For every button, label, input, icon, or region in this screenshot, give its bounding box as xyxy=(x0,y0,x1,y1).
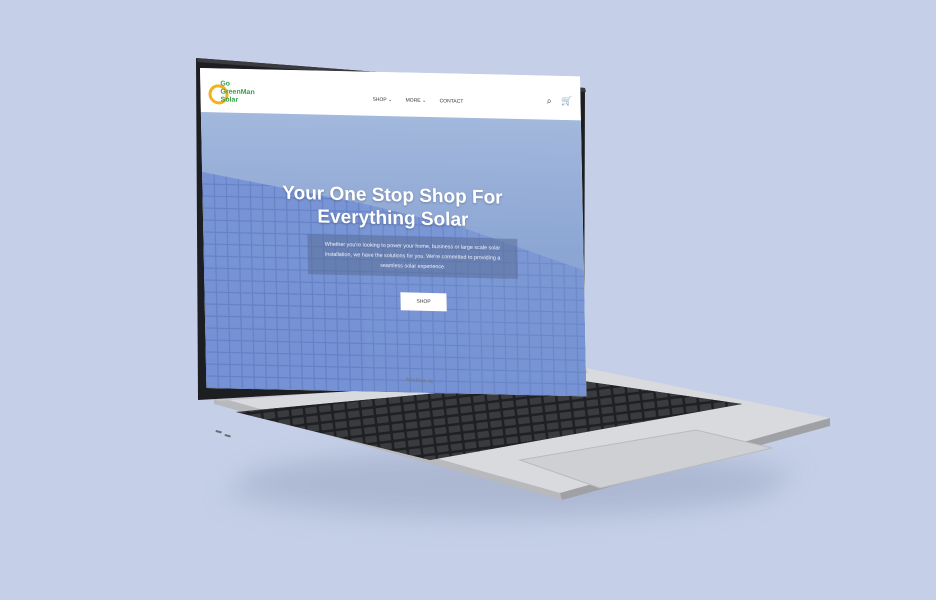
nav-shop[interactable]: SHOP ⌄ xyxy=(373,97,393,103)
header-icons: ⌕ 🛒 xyxy=(540,95,573,107)
logo-text: Go GreenMan Solar xyxy=(220,80,255,105)
hero-description: Whether you're looking to power your hom… xyxy=(307,234,519,279)
hero-banner: Your One Stop Shop For Everything Solar … xyxy=(200,112,587,397)
site-logo[interactable]: Go GreenMan Solar xyxy=(206,80,255,111)
screen: Go GreenMan Solar SHOP ⌄ MORE ⌄ CONTACT ⌕ … xyxy=(200,68,587,397)
cart-icon[interactable]: 🛒 xyxy=(561,96,572,106)
logo-line-1: Go xyxy=(220,80,231,88)
nav-contact[interactable]: CONTACT xyxy=(440,98,464,105)
hero-title: Your One Stop Shop For Everything Solar xyxy=(202,180,583,234)
logo-line-3: Solar xyxy=(220,96,239,104)
nav-more[interactable]: MORE ⌄ xyxy=(406,98,427,104)
logo-line-2: GreenMan xyxy=(220,88,255,97)
search-icon[interactable]: ⌕ xyxy=(547,96,552,106)
shop-button[interactable]: SHOP xyxy=(400,292,447,312)
main-nav: SHOP ⌄ MORE ⌄ CONTACT xyxy=(373,97,476,105)
